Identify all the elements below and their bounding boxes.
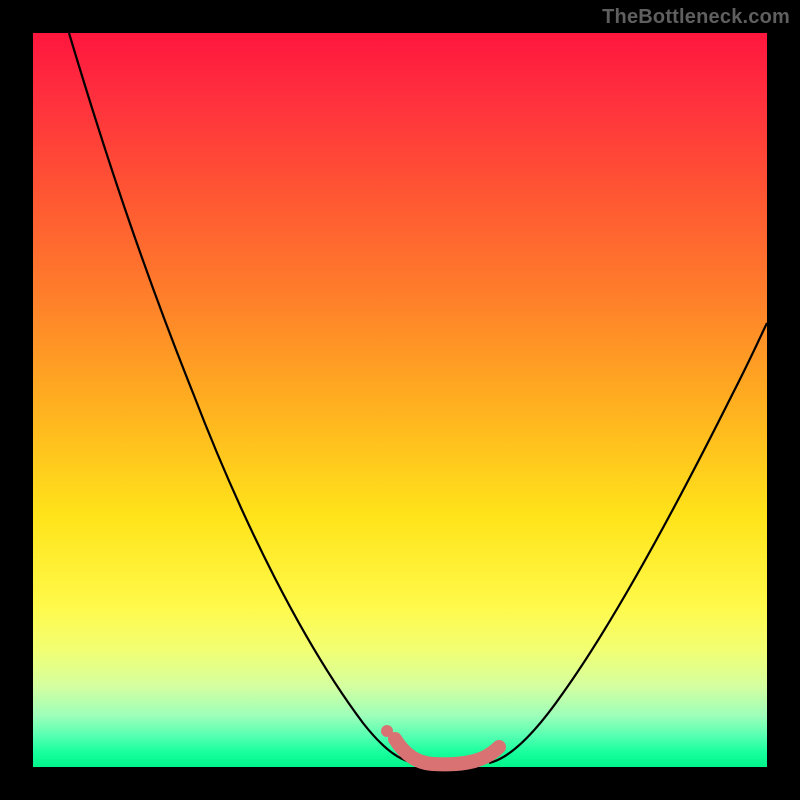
chart-frame: TheBottleneck.com (0, 0, 800, 800)
sweet-spot-dot (381, 725, 393, 737)
bottleneck-left-curve (69, 33, 415, 763)
bottleneck-right-curve (489, 323, 767, 763)
sweet-spot-band (395, 739, 499, 764)
watermark-text: TheBottleneck.com (602, 6, 790, 29)
curves-layer (33, 33, 767, 767)
plot-area (33, 33, 767, 767)
